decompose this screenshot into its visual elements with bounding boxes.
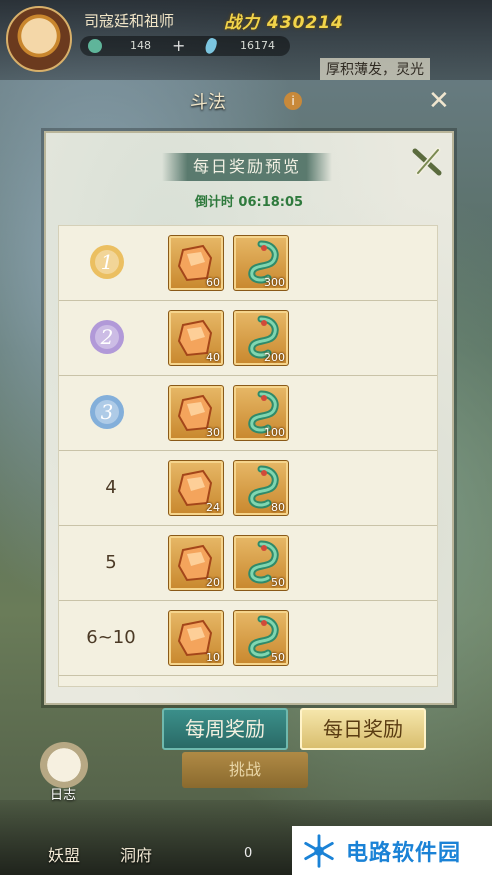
jade-dragon-item-icon[interactable]: 100 xyxy=(233,385,289,441)
rank-medal-icon: 1 xyxy=(90,245,124,279)
ore-item-icon[interactable]: 10 xyxy=(168,610,224,666)
jade-dragon-item-icon[interactable]: 50 xyxy=(233,535,289,591)
jade-dragon-item-icon[interactable]: 80 xyxy=(233,460,289,516)
scrolling-notice: 厚积薄发，灵光 xyxy=(320,58,430,80)
ore-item-icon[interactable]: 60 xyxy=(168,235,224,291)
item-quantity: 100 xyxy=(264,426,285,439)
jade-dragon-item-icon[interactable]: 300 xyxy=(233,235,289,291)
gem-icon xyxy=(203,36,219,56)
player-avatar[interactable] xyxy=(6,6,72,72)
rank-medal-icon: 2 xyxy=(90,320,124,354)
item-quantity: 80 xyxy=(271,501,285,514)
item-quantity: 300 xyxy=(264,276,285,289)
item-quantity: 200 xyxy=(264,351,285,364)
rank-number: 2 xyxy=(100,325,114,349)
reward-row: 5 20 50 xyxy=(59,526,437,601)
arena-title: 斗法 xyxy=(190,92,226,113)
player-name: 司寇廷和祖师 xyxy=(84,12,175,30)
reward-row: 1 60 300 xyxy=(59,226,437,301)
item-quantity: 30 xyxy=(206,426,220,439)
resource-2-value: 16174 xyxy=(240,39,275,52)
jade-dragon-item-icon[interactable]: 200 xyxy=(233,310,289,366)
daily-reward-preview-modal: 每日奖励预览 倒计时 06:18:05 1 60 300 2 40 200 3 30 100 4 2… xyxy=(44,131,454,705)
resource-1-value: 148 xyxy=(130,39,151,52)
add-resource-button[interactable]: + xyxy=(172,36,185,55)
rank-number: 3 xyxy=(101,400,114,424)
modal-title: 每日奖励预览 xyxy=(162,153,332,181)
item-quantity: 10 xyxy=(206,651,220,664)
reward-row: 6~10 10 50 xyxy=(59,601,437,676)
rank-label: 5 xyxy=(105,552,117,573)
rank-label: 4 xyxy=(105,477,117,498)
ore-item-icon[interactable]: 40 xyxy=(168,310,224,366)
tab-daily-reward[interactable]: 每日奖励 xyxy=(300,708,426,750)
rank-number: 1 xyxy=(101,250,114,274)
item-quantity: 60 xyxy=(206,276,220,289)
nav-alliance[interactable]: 妖盟 xyxy=(48,842,80,866)
watermark-logo-icon xyxy=(304,833,334,868)
reward-row: 2 40 200 xyxy=(59,301,437,376)
watermark-text: 电路软件园 xyxy=(346,840,462,866)
countdown-timer: 倒计时 06:18:05 xyxy=(194,195,304,210)
coin-count: 0 xyxy=(244,846,253,861)
item-quantity: 24 xyxy=(206,501,220,514)
item-quantity: 20 xyxy=(206,576,220,589)
ore-item-icon[interactable]: 30 xyxy=(168,385,224,441)
ore-item-icon[interactable]: 24 xyxy=(168,460,224,516)
log-icon[interactable] xyxy=(40,742,88,788)
jade-dragon-item-icon[interactable]: 50 xyxy=(233,610,289,666)
watermark: 电路软件园 xyxy=(292,826,492,875)
reward-list[interactable]: 1 60 300 2 40 200 3 30 100 4 24 80 5 20 50 6~10 10 50 xyxy=(58,225,438,687)
rank-medal-icon: 3 xyxy=(90,395,124,429)
reward-row: 3 30 100 xyxy=(59,376,437,451)
close-icon[interactable] xyxy=(410,145,444,179)
item-quantity: 50 xyxy=(271,576,285,589)
challenge-button[interactable]: 挑战 xyxy=(182,752,308,788)
arena-close-icon[interactable]: ✕ xyxy=(428,86,450,116)
power-value: 战力 430214 xyxy=(224,13,344,33)
item-quantity: 40 xyxy=(206,351,220,364)
info-icon[interactable]: i xyxy=(284,92,302,110)
nav-cave[interactable]: 洞府 xyxy=(120,842,152,866)
rank-label: 6~10 xyxy=(86,627,136,648)
tab-weekly-reward[interactable]: 每周奖励 xyxy=(162,708,288,750)
item-quantity: 50 xyxy=(271,651,285,664)
reward-row: 4 24 80 xyxy=(59,451,437,526)
ore-item-icon[interactable]: 20 xyxy=(168,535,224,591)
spirit-icon xyxy=(88,39,102,53)
resource-bar: 148 + 16174 xyxy=(80,36,290,56)
